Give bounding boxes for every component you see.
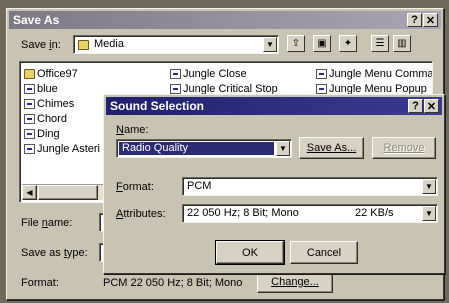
save-as-titlebar[interactable]: Save As ? ✕ <box>9 11 441 29</box>
sound-selection-dialog: Sound Selection ? ✕ Name: Radio Quality … <box>103 94 445 274</box>
desktop-icon[interactable]: ▣ <box>313 35 331 52</box>
list-item[interactable]: Office97 <box>24 68 78 80</box>
format-label: Format: <box>116 181 154 193</box>
sound-file-icon <box>24 144 35 154</box>
save-in-dropdown[interactable]: Media ▼ <box>73 35 279 54</box>
sound-file-icon <box>24 99 35 109</box>
file-name-label: File name: <box>21 217 73 229</box>
remove-button[interactable]: Remove <box>372 137 436 159</box>
attributes-rate: 22 KB/s <box>355 207 394 219</box>
save-as-close-button[interactable]: ✕ <box>423 13 438 27</box>
sound-file-icon <box>24 114 35 124</box>
details-view-icon[interactable]: ▥ <box>393 35 411 52</box>
up-folder-icon[interactable]: ⇧ <box>287 35 305 52</box>
list-item[interactable]: Jungle Close <box>170 68 247 80</box>
attributes-dropdown[interactable]: 22 050 Hz; 8 Bit; Mono 22 KB/s ▼ <box>182 204 438 223</box>
list-view-icon[interactable]: ☰ <box>371 35 389 52</box>
sound-file-icon <box>24 129 35 139</box>
list-item[interactable]: Jungle Asteri <box>24 143 100 155</box>
scroll-thumb[interactable] <box>38 185 98 200</box>
name-label: Name: <box>116 124 149 136</box>
save-as-format-value: PCM 22 050 Hz; 8 Bit; Mono <box>103 277 243 289</box>
chevron-down-icon[interactable]: ▼ <box>276 141 290 156</box>
save-as-type-label: Save as type: <box>21 247 88 259</box>
attributes-label: Attributes: <box>116 208 166 220</box>
save-in-value: Media <box>94 38 124 50</box>
sound-file-icon <box>170 84 181 94</box>
folder-icon <box>78 40 89 50</box>
sound-selection-help-button[interactable]: ? <box>408 99 423 113</box>
sound-file-icon <box>24 84 35 94</box>
ok-button[interactable]: OK <box>215 240 285 265</box>
sound-file-icon <box>170 69 181 79</box>
list-item[interactable]: blue <box>24 83 58 95</box>
name-dropdown[interactable]: Radio Quality ▼ <box>116 139 292 158</box>
scroll-left-button[interactable]: ◀ <box>22 185 37 200</box>
sound-file-icon <box>316 84 327 94</box>
cancel-button[interactable]: Cancel <box>290 241 358 264</box>
list-item[interactable]: Chimes <box>24 98 74 110</box>
save-as-button[interactable]: Save As... <box>299 137 364 159</box>
name-selected-value: Radio Quality <box>119 142 274 155</box>
save-as-help-button[interactable]: ? <box>407 13 422 27</box>
chevron-down-icon[interactable]: ▼ <box>263 37 277 52</box>
format-value: PCM <box>187 180 212 192</box>
sound-selection-close-button[interactable]: ✕ <box>424 99 439 113</box>
sound-selection-title: Sound Selection <box>110 99 205 113</box>
sound-selection-titlebar[interactable]: Sound Selection ? ✕ <box>106 97 442 115</box>
sound-file-icon <box>316 69 327 79</box>
save-as-format-label: Format: <box>21 277 59 289</box>
list-item[interactable]: Ding <box>24 128 60 140</box>
save-as-title: Save As <box>13 13 60 27</box>
chevron-down-icon[interactable]: ▼ <box>422 206 436 221</box>
list-item[interactable]: Jungle Menu Commar <box>316 68 432 80</box>
format-dropdown[interactable]: PCM ▼ <box>182 177 438 196</box>
save-in-label: Save in: <box>21 39 61 51</box>
chevron-down-icon[interactable]: ▼ <box>422 179 436 194</box>
new-folder-icon[interactable]: ✦ <box>339 35 357 52</box>
change-button[interactable]: Change... <box>257 271 333 293</box>
list-item[interactable]: Chord <box>24 113 67 125</box>
folder-icon <box>24 69 35 79</box>
attributes-value: 22 050 Hz; 8 Bit; Mono <box>187 207 299 219</box>
